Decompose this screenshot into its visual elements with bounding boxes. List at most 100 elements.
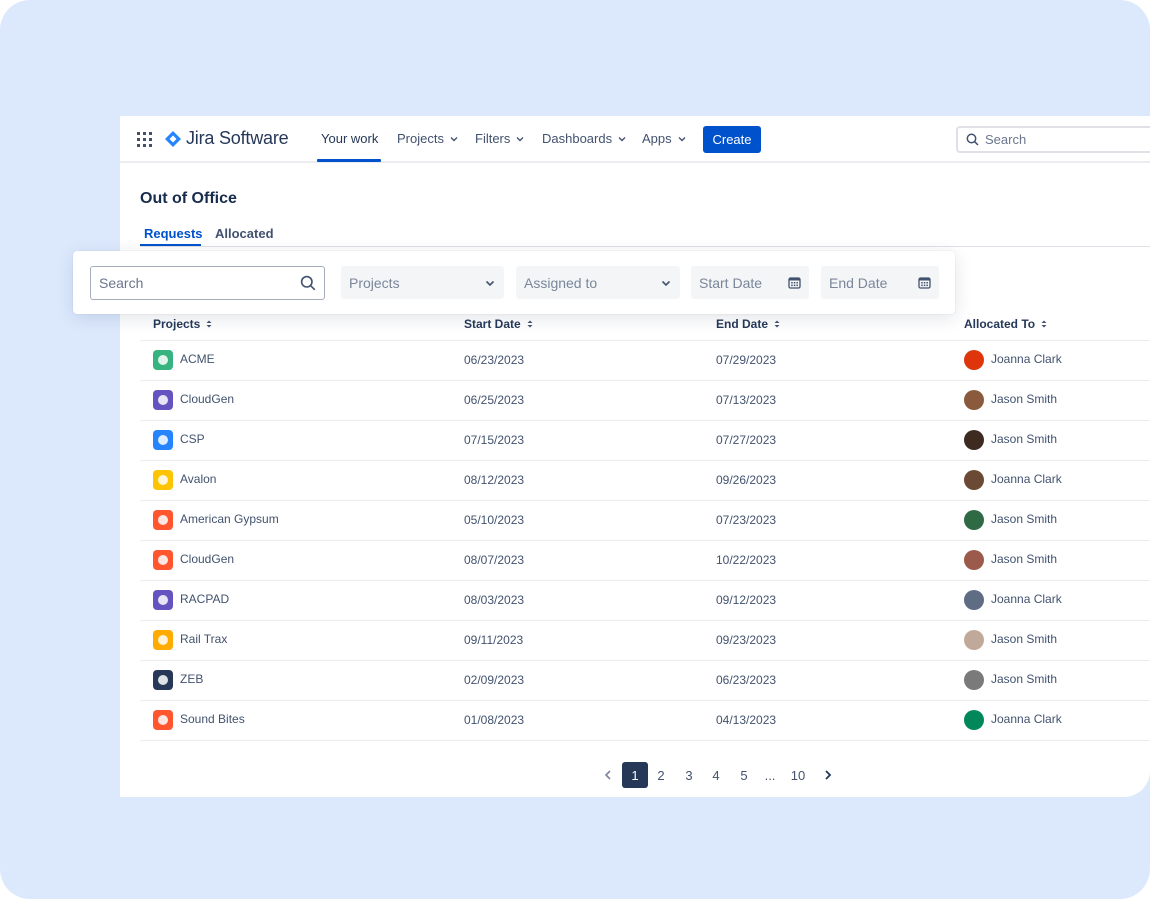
column-header-projects[interactable]: Projects bbox=[153, 317, 213, 331]
start-date: 05/10/2023 bbox=[464, 513, 525, 527]
project-name[interactable]: Avalon bbox=[180, 472, 216, 486]
allocated-to-name[interactable]: Joanna Clark bbox=[991, 592, 1062, 606]
avatar bbox=[964, 390, 984, 410]
project-name[interactable]: RACPAD bbox=[180, 592, 229, 606]
column-header-end-date[interactable]: End Date bbox=[716, 317, 781, 331]
allocated-to-name[interactable]: Joanna Clark bbox=[991, 352, 1062, 366]
cloud-icon bbox=[153, 430, 173, 450]
table-row-divider bbox=[140, 620, 1150, 621]
rocket-icon bbox=[153, 670, 173, 690]
allocated-to-name[interactable]: Jason Smith bbox=[991, 432, 1057, 446]
global-search-input[interactable]: Search bbox=[956, 126, 1150, 153]
nav-dashboards[interactable]: Dashboards bbox=[542, 131, 627, 146]
column-header-label: End Date bbox=[716, 317, 769, 331]
chevron-down-icon bbox=[618, 136, 626, 141]
avalon-icon bbox=[153, 470, 173, 490]
end-date: 06/23/2023 bbox=[716, 673, 777, 687]
pagination-page-3[interactable]: 3 bbox=[679, 762, 699, 788]
pagination-page-1[interactable]: 1 bbox=[622, 762, 648, 788]
page-title: Out of Office bbox=[140, 190, 237, 207]
table-row-divider bbox=[140, 740, 1150, 741]
racpad-icon bbox=[153, 590, 173, 610]
end-date: 07/29/2023 bbox=[716, 353, 777, 367]
start-date-picker[interactable]: Start Date bbox=[691, 266, 809, 299]
tab-requests[interactable]: Requests bbox=[144, 226, 203, 241]
cloudgen-alt-icon bbox=[153, 550, 173, 570]
avatar bbox=[964, 630, 984, 650]
allocated-to-name[interactable]: Jason Smith bbox=[991, 672, 1057, 686]
start-date: 08/07/2023 bbox=[464, 553, 525, 567]
filter-search-input[interactable]: Search bbox=[90, 266, 325, 300]
calendar-icon bbox=[788, 277, 801, 289]
pagination-ellipsis: ... bbox=[764, 767, 776, 783]
chevron-left-icon bbox=[604, 770, 611, 780]
project-name[interactable]: CloudGen bbox=[180, 552, 234, 566]
allocated-to-name[interactable]: Joanna Clark bbox=[991, 472, 1062, 486]
nav-filters[interactable]: Filters bbox=[475, 131, 525, 146]
product-name: Jira Software bbox=[186, 128, 289, 148]
table-row-divider bbox=[140, 500, 1150, 501]
column-header-start-date[interactable]: Start Date bbox=[464, 317, 534, 331]
allocated-to-name[interactable]: Jason Smith bbox=[991, 552, 1057, 566]
rail-trax-icon bbox=[153, 630, 173, 650]
assigned-filter-select[interactable]: Assigned to bbox=[516, 266, 680, 299]
allocated-to-name[interactable]: Jason Smith bbox=[991, 632, 1057, 646]
pagination-page-2[interactable]: 2 bbox=[651, 762, 671, 788]
jira-diamond-icon bbox=[165, 130, 181, 147]
project-name[interactable]: ACME bbox=[180, 352, 215, 366]
pagination-page-5[interactable]: 5 bbox=[734, 762, 754, 788]
tab-allocated[interactable]: Allocated bbox=[215, 226, 274, 241]
end-date: 07/13/2023 bbox=[716, 393, 777, 407]
allocated-to-name[interactable]: Jason Smith bbox=[991, 512, 1057, 526]
start-date: 01/08/2023 bbox=[464, 713, 525, 727]
avatar bbox=[964, 470, 984, 490]
table-row-divider bbox=[140, 700, 1150, 701]
project-name[interactable]: ZEB bbox=[180, 672, 203, 686]
end-date-picker[interactable]: End Date bbox=[821, 266, 939, 299]
acme-icon bbox=[153, 350, 173, 370]
end-date: 09/26/2023 bbox=[716, 473, 777, 487]
chevron-down-icon bbox=[485, 280, 495, 286]
pagination-next-button[interactable] bbox=[820, 762, 836, 788]
nav-apps[interactable]: Apps bbox=[642, 131, 687, 146]
project-name[interactable]: CSP bbox=[180, 432, 205, 446]
start-date: 07/15/2023 bbox=[464, 433, 525, 447]
project-name[interactable]: CloudGen bbox=[180, 392, 234, 406]
app-switcher-icon[interactable] bbox=[137, 132, 152, 147]
end-date: 10/22/2023 bbox=[716, 553, 777, 567]
table-row-divider bbox=[140, 660, 1150, 661]
start-date: 06/23/2023 bbox=[464, 353, 525, 367]
filter-bar: Search Projects Assigned to Start Date E… bbox=[73, 251, 955, 314]
allocated-to-name[interactable]: Joanna Clark bbox=[991, 712, 1062, 726]
nav-projects-label: Projects bbox=[397, 131, 444, 146]
nav-projects[interactable]: Projects bbox=[397, 131, 459, 146]
cloudgen-icon bbox=[153, 390, 173, 410]
sound-bites-icon bbox=[153, 710, 173, 730]
app-window: Jira Software Your work Projects Filters… bbox=[120, 116, 1150, 797]
start-date: 02/09/2023 bbox=[464, 673, 525, 687]
table-row-divider bbox=[140, 420, 1150, 421]
start-date: 06/25/2023 bbox=[464, 393, 525, 407]
nav-your-work-label: Your work bbox=[321, 131, 379, 146]
project-name[interactable]: American Gypsum bbox=[180, 512, 279, 526]
start-date-placeholder: Start Date bbox=[699, 274, 763, 291]
avatar bbox=[964, 710, 984, 730]
column-header-allocated-to[interactable]: Allocated To bbox=[964, 317, 1048, 331]
projects-filter-select[interactable]: Projects bbox=[341, 266, 504, 299]
filter-search-placeholder: Search bbox=[99, 275, 144, 291]
column-header-label: Start Date bbox=[464, 317, 521, 331]
create-button[interactable]: Create bbox=[703, 126, 761, 153]
allocated-to-name[interactable]: Jason Smith bbox=[991, 392, 1057, 406]
column-header-label: Projects bbox=[153, 317, 201, 331]
end-date: 04/13/2023 bbox=[716, 713, 777, 727]
project-name[interactable]: Sound Bites bbox=[180, 712, 245, 726]
search-icon bbox=[300, 275, 316, 291]
nav-your-work[interactable]: Your work bbox=[321, 131, 378, 146]
chevron-right-icon bbox=[825, 770, 832, 780]
pagination-page-4[interactable]: 4 bbox=[706, 762, 726, 788]
pagination-prev-button[interactable] bbox=[600, 762, 616, 788]
chevron-down-icon bbox=[516, 136, 524, 141]
pagination-page-10[interactable]: 10 bbox=[786, 762, 810, 788]
project-name[interactable]: Rail Trax bbox=[180, 632, 227, 646]
jira-logo[interactable]: Jira Software bbox=[164, 128, 289, 149]
